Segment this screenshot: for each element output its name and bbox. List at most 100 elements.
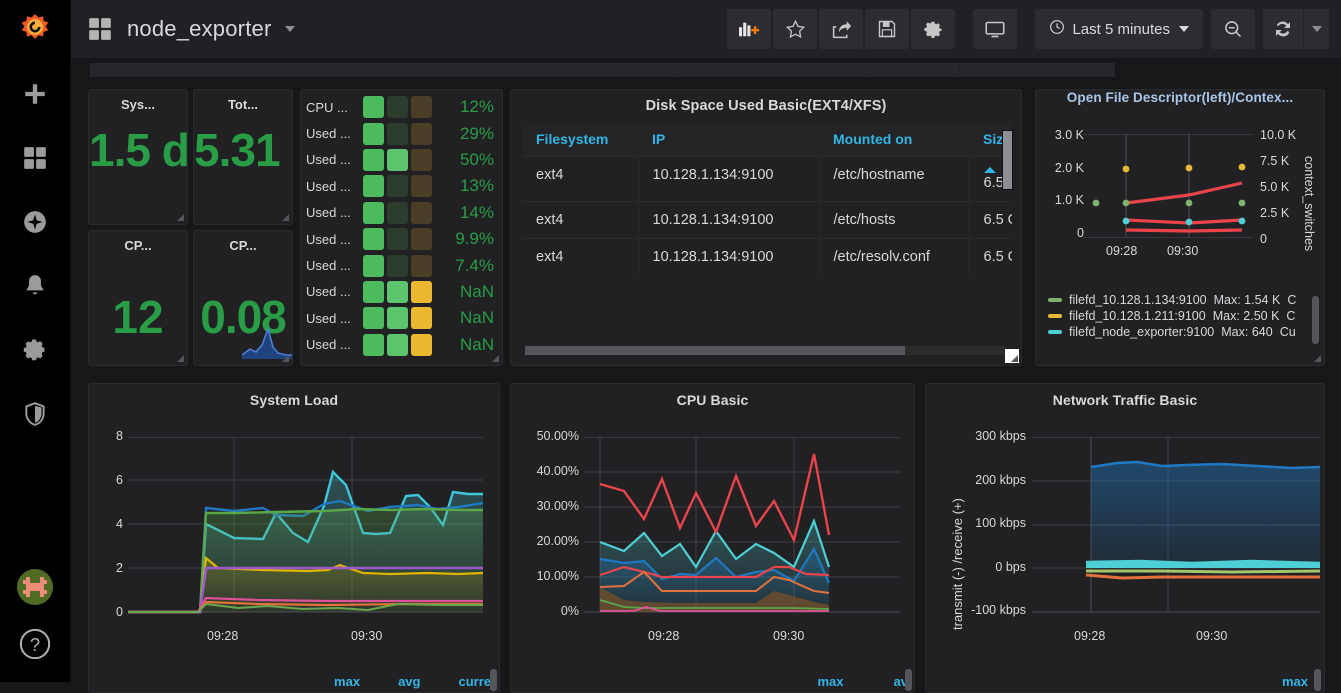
table-vertical-scrollbar[interactable] [1002, 130, 1013, 190]
legend-color-swatch [1048, 330, 1062, 334]
gauge-cells [363, 281, 432, 303]
star-icon[interactable] [773, 9, 817, 49]
stat-value: 5.31 GiB [194, 112, 292, 174]
chevron-down-icon[interactable] [285, 26, 295, 32]
gauge-cell [363, 255, 384, 277]
table-row[interactable]: ext410.128.1.134:9100/etc/hosts6.5 GiB [522, 202, 1012, 239]
sidebar-item-configuration[interactable] [0, 318, 71, 382]
panel-resize-handle[interactable] [1313, 354, 1322, 363]
table-horizontal-scrollbar[interactable] [525, 346, 1005, 355]
avatar[interactable] [17, 569, 53, 605]
table-cell-ip: 10.128.1.134:9100 [638, 239, 819, 276]
gauge-row-label: Used ... [301, 126, 363, 141]
gauge-cells [363, 175, 432, 197]
dashboard-title-group[interactable]: node_exporter [87, 16, 295, 42]
time-range-picker[interactable]: Last 5 minutes [1035, 9, 1203, 49]
time-range-label: Last 5 minutes [1072, 21, 1170, 38]
table-cell-mounted-on: /etc/hosts [819, 202, 969, 239]
panel-resize-handle[interactable] [281, 213, 290, 222]
panel-network-traffic-basic[interactable]: Network Traffic Basic transmit (-) /rece… [925, 383, 1325, 693]
panel-disk-space-used[interactable]: Disk Space Used Basic(EXT4/XFS) Filesyst… [510, 89, 1022, 366]
gauge-cell [363, 334, 384, 356]
panel-resize-handle[interactable] [176, 213, 185, 222]
gauge-row-label: Used ... [301, 179, 363, 194]
table-row[interactable]: ext410.128.1.134:9100/etc/hostname6.5 Gi… [522, 157, 1012, 202]
gauge-cell [411, 175, 432, 197]
scrollbar-thumb[interactable] [525, 346, 905, 355]
y-axis-tick: 6 [89, 473, 123, 487]
gauge-row-value: NaN [432, 335, 502, 355]
gauge-row-value: 9.9% [432, 229, 502, 249]
panel-resize-handle[interactable] [1010, 354, 1019, 363]
gauge-row-label: Used ... [301, 152, 363, 167]
legend-series-trailing: C [1287, 293, 1296, 307]
legend-item[interactable]: filefd_node_exporter:9100Max: 640Cu [1036, 324, 1311, 340]
panel-cpu-basic[interactable]: CPU Basic 50.00%40.00%30.00%20.00%10.00%… [510, 383, 915, 693]
gauge-cell [363, 228, 384, 250]
panel-gauges[interactable]: CPU ...12%Used ...29%Used ...50%Used ...… [300, 89, 503, 366]
monitor-icon[interactable] [973, 9, 1017, 49]
gauge-cells [363, 123, 432, 145]
panel-title: System Load [89, 384, 499, 408]
legend-scrollbar[interactable] [1312, 296, 1319, 344]
gauge-row-value: NaN [432, 308, 502, 328]
sidebar-item-alerting[interactable] [0, 254, 71, 318]
grafana-logo-icon[interactable] [0, 0, 71, 62]
gauge-row-label: Used ... [301, 337, 363, 352]
zoom-out-group [1211, 9, 1255, 49]
panel-system-uptime[interactable]: Sys... 1.5 day [88, 89, 188, 225]
help-icon[interactable]: ? [18, 627, 52, 666]
cpu-basic-chart [584, 437, 900, 637]
panel-resize-handle[interactable] [281, 354, 290, 363]
panel-cpu-cores[interactable]: CP... 12 [88, 230, 188, 366]
svg-text:?: ? [30, 634, 40, 655]
legend-item[interactable]: filefd_10.128.1.211:9100Max: 2.50 KC [1036, 308, 1311, 324]
gauge-cells [363, 307, 432, 329]
sidebar-item-create[interactable] [0, 62, 71, 126]
gauge-row-label: Used ... [301, 205, 363, 220]
add-panel-icon[interactable] [727, 9, 771, 49]
panel-title: Tot... [194, 90, 292, 112]
panel-cpu-load[interactable]: CP... 0.08 [193, 230, 293, 366]
legend-series-name: filefd_10.128.1.134:9100 [1069, 293, 1207, 307]
y-axis-tick: 0 [1042, 226, 1084, 240]
panel-system-load[interactable]: System Load 86420 [88, 383, 500, 693]
table-column-header[interactable]: Mounted on [819, 122, 969, 157]
gauge-cell [411, 202, 432, 224]
sidebar-item-explore[interactable] [0, 190, 71, 254]
panel-resize-handle[interactable] [488, 681, 497, 690]
gauge-row: Used ...NaN [301, 305, 502, 331]
gauge-cell [411, 96, 432, 118]
search-minus-icon[interactable] [1211, 9, 1255, 49]
sidebar-item-dashboards[interactable] [0, 126, 71, 190]
table-column-header[interactable]: IP [638, 122, 819, 157]
refresh-icon[interactable] [1263, 9, 1303, 49]
gauge-cells [363, 228, 432, 250]
chevron-down-icon [1179, 26, 1189, 32]
panel-resize-handle[interactable] [903, 681, 912, 690]
gear-icon[interactable] [911, 9, 955, 49]
dashboard-toolbar: Last 5 minutes [727, 9, 1329, 49]
x-axis-tick: 09:28 [1106, 244, 1137, 258]
panel-total-ram[interactable]: Tot... 5.31 GiB [193, 89, 293, 225]
panel-resize-handle[interactable] [1313, 681, 1322, 690]
gauge-cells [363, 255, 432, 277]
tv-mode-group [973, 9, 1017, 49]
dashboard-header: node_exporter [71, 0, 1341, 58]
panel-title: CPU Basic [511, 384, 914, 408]
table-cell-mounted-on: /etc/resolv.conf [819, 239, 969, 276]
panel-open-file-descriptor[interactable]: Open File Descriptor(left)/Contex... 3.0… [1035, 89, 1325, 366]
legend-item[interactable]: filefd_10.128.1.134:9100Max: 1.54 KC [1036, 292, 1311, 308]
refresh-interval-chevron-down-icon[interactable] [1303, 9, 1329, 49]
gauge-row-value: 7.4% [432, 256, 502, 276]
table-row[interactable]: ext410.128.1.134:9100/etc/resolv.conf6.5… [522, 239, 1012, 276]
sidebar-item-server-admin[interactable] [0, 382, 71, 446]
panel-resize-handle[interactable] [176, 354, 185, 363]
table-column-header[interactable]: Filesystem [522, 122, 638, 157]
share-icon[interactable] [819, 9, 863, 49]
y-axis-tick: 0 bps [926, 560, 1026, 574]
legend-series-name: filefd_10.128.1.211:9100 [1069, 309, 1206, 323]
save-floppy-icon[interactable] [865, 9, 909, 49]
gauge-row-value: 14% [432, 203, 502, 223]
panel-resize-handle[interactable] [491, 354, 500, 363]
